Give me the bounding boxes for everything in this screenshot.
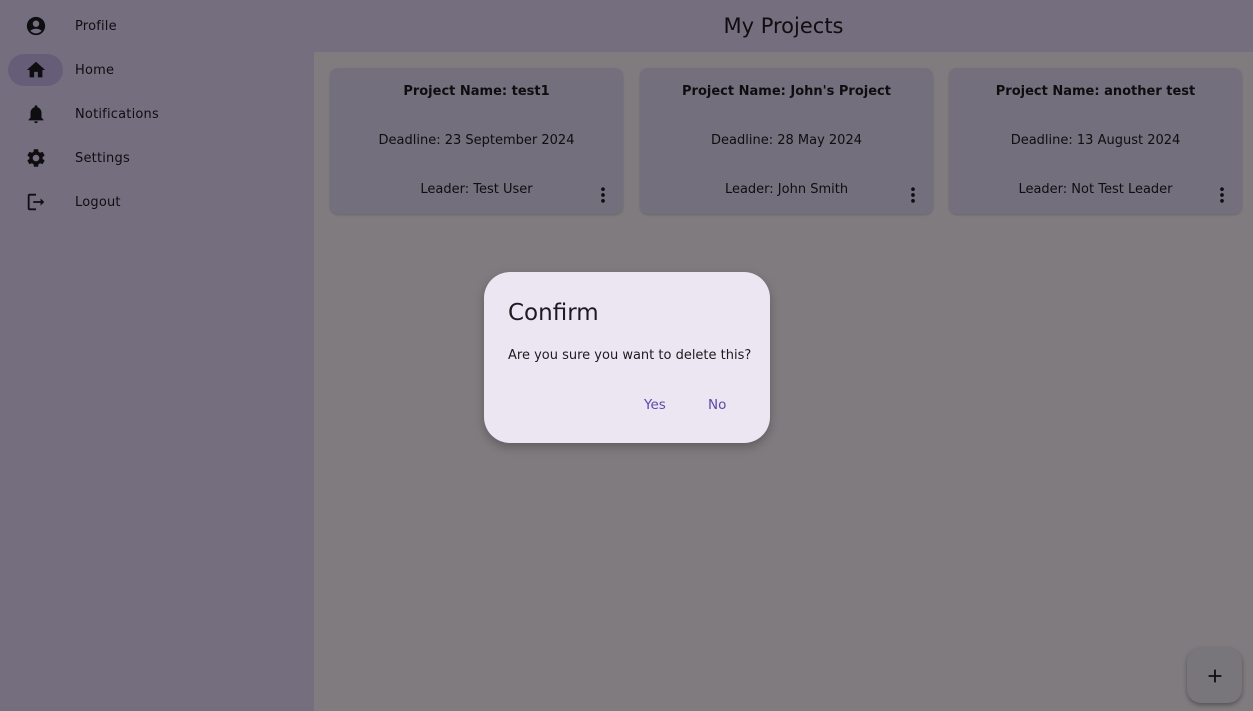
- no-button[interactable]: No: [696, 390, 738, 420]
- yes-button[interactable]: Yes: [632, 390, 678, 420]
- dialog-message: Are you sure you want to delete this?: [508, 348, 752, 363]
- dialog-title: Confirm: [508, 300, 599, 326]
- confirm-dialog: Confirm Are you sure you want to delete …: [484, 272, 770, 443]
